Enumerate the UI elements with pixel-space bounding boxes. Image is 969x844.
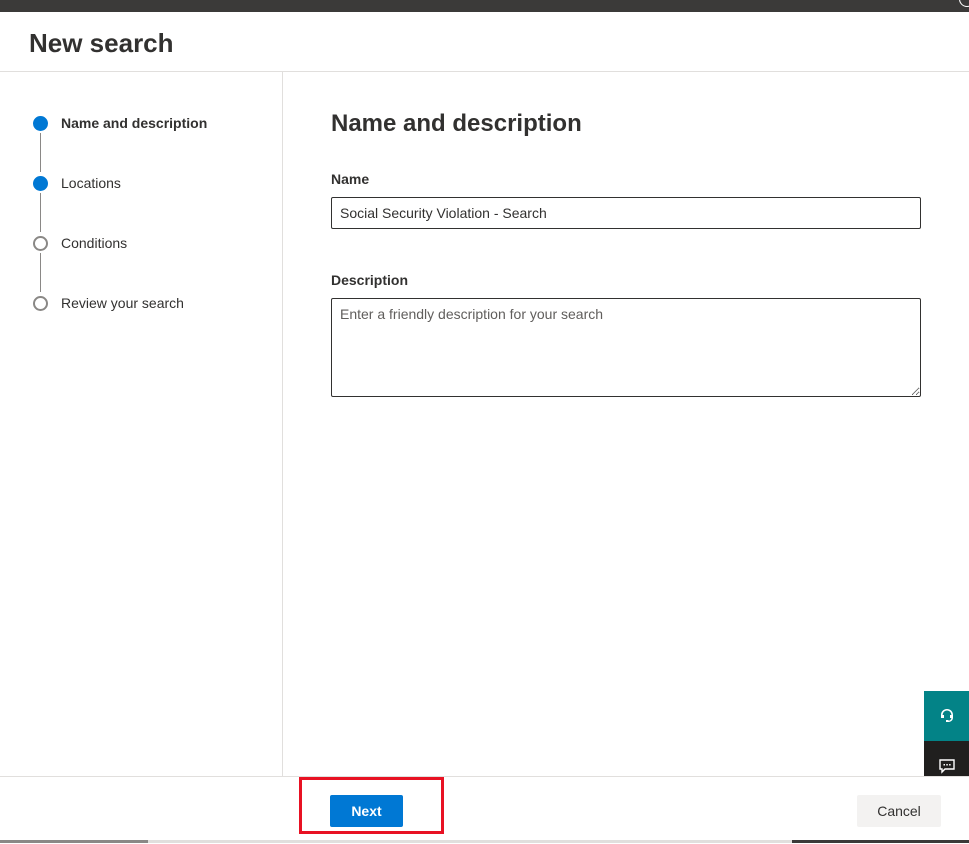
profile-circle-icon[interactable] (959, 0, 969, 7)
wizard-steps: Name and description Locations Condition… (0, 72, 283, 776)
top-bar (0, 0, 969, 12)
headset-help-icon (938, 707, 956, 725)
description-input[interactable] (331, 298, 921, 397)
step-label: Review your search (61, 295, 184, 311)
step-connector (40, 253, 41, 292)
cancel-button[interactable]: Cancel (857, 795, 941, 827)
chat-feedback-icon (938, 757, 956, 775)
help-button[interactable] (924, 691, 969, 741)
name-label: Name (331, 171, 369, 187)
name-input[interactable] (331, 197, 921, 229)
step-connector (40, 133, 41, 172)
step-pending-icon (33, 296, 48, 311)
step-connector (40, 193, 41, 232)
page-title: New search (29, 28, 174, 59)
next-button[interactable]: Next (330, 795, 403, 827)
step-label: Name and description (61, 115, 207, 131)
step-label: Conditions (61, 235, 127, 251)
panel-header: New search (0, 12, 969, 72)
description-label: Description (331, 272, 408, 288)
step-label: Locations (61, 175, 121, 191)
panel-footer: Next Cancel (0, 776, 969, 844)
section-title: Name and description (331, 110, 582, 138)
step-completed-icon (33, 116, 48, 131)
step-pending-icon (33, 236, 48, 251)
step-completed-icon (33, 176, 48, 191)
main-content: Name and description Name Description (283, 72, 969, 776)
